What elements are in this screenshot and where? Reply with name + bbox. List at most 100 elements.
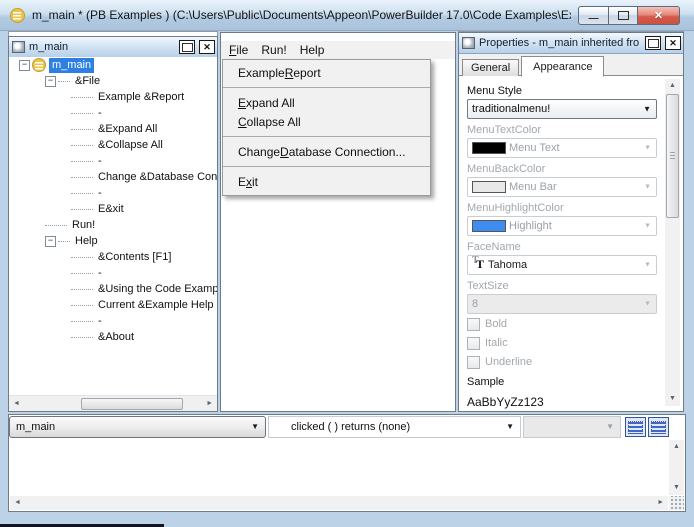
properties-content: Menu Styletraditionalmenu!▼MenuTextColor… <box>459 75 683 411</box>
menu-item-change-database-connection[interactable]: Change Database Connection... <box>223 142 430 161</box>
chevron-down-icon: ▼ <box>644 301 651 308</box>
tree-connector <box>71 320 93 322</box>
scroll-right-icon[interactable]: ► <box>206 400 213 407</box>
tree-item[interactable]: Example &Report <box>9 89 217 105</box>
menu-item-exit[interactable]: Exit <box>223 172 430 191</box>
minimize-button[interactable]: — <box>578 6 609 25</box>
powerbuilder-window: { "window": { "title": "m_main * (PB Exa… <box>0 0 694 527</box>
italic-checkbox[interactable] <box>467 337 480 350</box>
tree-item[interactable]: Current &Example Help [S <box>9 297 217 313</box>
resize-grip <box>669 496 684 510</box>
scroll-up-icon[interactable]: ▲ <box>665 82 680 90</box>
tree-expander-icon[interactable]: − <box>45 76 56 87</box>
tree-item[interactable]: −Help <box>9 233 217 249</box>
menutextcolor-label: MenuTextColor <box>467 124 657 136</box>
tree-item[interactable]: &Collapse All <box>9 137 217 153</box>
tree-item[interactable]: &Contents [F1] <box>9 249 217 265</box>
underline-checkbox[interactable] <box>467 356 480 369</box>
tree-item-label: &Expand All <box>95 122 160 137</box>
third-combo[interactable]: ▼ <box>523 416 621 438</box>
underline-checkbox-label: Underline <box>485 356 532 368</box>
italic-checkbox-row: Italic <box>467 334 657 352</box>
menubackcolor-combo[interactable]: Menu Bar▼ <box>467 177 657 197</box>
tree-item[interactable]: - <box>9 105 217 121</box>
restore-button[interactable] <box>609 6 638 25</box>
menu-separator <box>223 87 430 88</box>
tree-maximize-button[interactable] <box>179 40 195 54</box>
menu-item-example-report[interactable]: Example Report <box>223 63 430 82</box>
textsize-combo[interactable]: 8▼ <box>467 294 657 314</box>
chevron-down-icon: ▼ <box>506 423 514 431</box>
menutextcolor-combo[interactable]: Menu Text▼ <box>467 138 657 158</box>
event-combo-value: clicked ( ) returns (none) <box>291 421 410 433</box>
tree-expander-icon[interactable]: − <box>19 60 30 71</box>
editor-vertical-scrollbar[interactable]: ▲ ▼ <box>669 440 684 495</box>
properties-close-button[interactable]: ✕ <box>665 36 681 50</box>
tree-item[interactable]: E&xit <box>9 201 217 217</box>
menu-tree-window: m_main ✕ −m_main−&FileExample &Report-&E… <box>8 36 218 412</box>
properties-maximize-button[interactable] <box>645 36 661 50</box>
close-button[interactable]: ✕ <box>638 6 680 25</box>
scroll-right-icon[interactable]: ► <box>657 499 664 506</box>
preview-menubar: File Run! Help <box>221 41 455 59</box>
script-toolbar-button-2[interactable] <box>648 417 669 437</box>
event-combo[interactable]: clicked ( ) returns (none) ▼ <box>268 416 521 438</box>
tree-item-label: - <box>95 186 105 201</box>
tree-item-label: Current &Example Help [S <box>95 298 217 313</box>
tree-item[interactable]: &Expand All <box>9 121 217 137</box>
close-icon: ✕ <box>203 42 211 53</box>
chevron-down-icon: ▼ <box>251 423 259 431</box>
underline-checkbox-row: Underline <box>467 353 657 371</box>
window-titlebar: m_main * (PB Examples ) (C:\Users\Public… <box>0 0 694 31</box>
script-toolbar-button-1[interactable] <box>625 417 646 437</box>
menu-item-collapse-all[interactable]: Collapse All <box>223 112 430 131</box>
tree-connector <box>71 112 93 114</box>
menubar-item-run[interactable]: Run! <box>261 43 286 57</box>
bold-checkbox[interactable] <box>467 318 480 331</box>
tree-close-button[interactable]: ✕ <box>199 40 215 54</box>
scroll-left-icon[interactable]: ◄ <box>14 499 21 506</box>
tree-connector <box>71 144 93 146</box>
object-combo[interactable]: m_main ▼ <box>9 416 266 438</box>
tree-item[interactable]: &About <box>9 329 217 345</box>
tab-appearance[interactable]: Appearance <box>521 56 604 77</box>
scroll-down-icon[interactable]: ▼ <box>669 484 684 492</box>
menu-item-expand-all[interactable]: Expand All <box>223 93 430 112</box>
tree-item[interactable]: Run! <box>9 217 217 233</box>
tree-item[interactable]: −&File <box>9 73 217 89</box>
scrollbar-thumb[interactable] <box>81 398 183 410</box>
tree-item[interactable]: - <box>9 265 217 281</box>
tree-item[interactable]: &Using the Code Examples <box>9 281 217 297</box>
script-editor-area[interactable] <box>10 440 668 495</box>
tree-item-label: Example &Report <box>95 90 187 105</box>
scrollbar-thumb[interactable] <box>666 94 679 218</box>
tree-item[interactable]: - <box>9 153 217 169</box>
scroll-up-icon[interactable]: ▲ <box>669 443 684 451</box>
tab-general[interactable]: General <box>462 59 519 76</box>
menubar-item-file[interactable]: File <box>229 43 248 57</box>
tree-item[interactable]: - <box>9 313 217 329</box>
scroll-left-icon[interactable]: ◄ <box>13 400 20 407</box>
tree-item[interactable]: - <box>9 185 217 201</box>
italic-checkbox-label: Italic <box>485 337 508 349</box>
tree-item-label: - <box>95 106 105 121</box>
tree-item[interactable]: −m_main <box>9 57 217 73</box>
editor-horizontal-scrollbar[interactable]: ◄ ► <box>10 496 668 510</box>
facename-combo[interactable]: TTTahoma▼ <box>467 255 657 275</box>
menuhighlightcolor-combo[interactable]: Highlight▼ <box>467 216 657 236</box>
facename-label: FaceName <box>467 241 657 253</box>
tree-connector <box>71 176 93 178</box>
tree-item-label: - <box>95 154 105 169</box>
tree-expander-icon[interactable]: − <box>45 236 56 247</box>
properties-vertical-scrollbar[interactable]: ▲ ▼ <box>665 79 680 406</box>
tree-item[interactable]: Change &Database Conne <box>9 169 217 185</box>
tree-item-label: &Collapse All <box>95 138 166 153</box>
menubackcolor-combo-value: Menu Bar <box>509 181 557 193</box>
menubar-item-help[interactable]: Help <box>300 43 325 57</box>
tree-item-label: &About <box>95 330 137 345</box>
tree-connector <box>71 96 93 98</box>
scroll-down-icon[interactable]: ▼ <box>665 395 680 403</box>
menu-style-combo[interactable]: traditionalmenu!▼ <box>467 99 657 119</box>
tree-horizontal-scrollbar[interactable]: ◄ ► <box>9 395 217 411</box>
tree-connector <box>71 208 93 210</box>
